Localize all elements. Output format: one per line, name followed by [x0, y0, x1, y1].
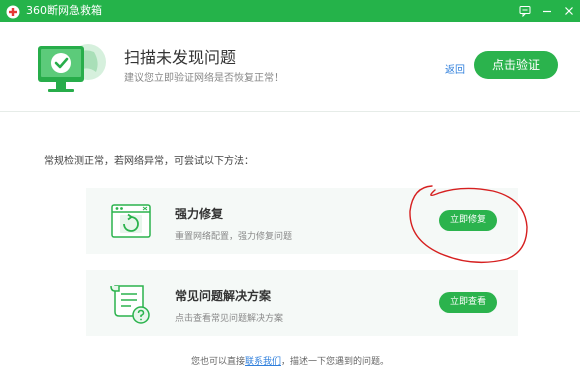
close-icon[interactable] — [558, 0, 580, 22]
scan-result-title: 扫描未发现问题 — [124, 48, 237, 67]
view-now-button[interactable]: 立即查看 — [439, 292, 497, 313]
monitor-globe-icon — [36, 40, 108, 102]
feedback-icon[interactable] — [514, 0, 536, 22]
footer-prefix: 您也可以直接 — [190, 357, 245, 367]
title-bar[interactable]: 360断网急救箱 — [0, 0, 580, 22]
back-link[interactable]: 返回 — [445, 61, 465, 76]
repair-window-icon — [109, 200, 153, 244]
force-repair-card: 强力修复 重置网络配置，强力修复问题 立即修复 — [86, 188, 518, 254]
suggestion-hint: 常规检测正常，若网络异常，可尝试以下方法： — [44, 156, 254, 167]
faq-card: 常见问题解决方案 点击查看常见问题解决方案 立即查看 — [86, 270, 518, 336]
faq-desc: 点击查看常见问题解决方案 — [175, 314, 284, 324]
minimize-icon[interactable] — [536, 0, 558, 22]
faq-scroll-icon — [109, 282, 153, 326]
faq-title: 常见问题解决方案 — [175, 289, 272, 303]
scan-result-subtitle: 建议您立即验证网络是否恢复正常！ — [124, 73, 284, 84]
repair-now-button[interactable]: 立即修复 — [439, 210, 497, 231]
footer-suffix: ，描述一下您遇到的问题。 — [281, 357, 390, 367]
footer-note: 您也可以直接联系我们，描述一下您遇到的问题。 — [0, 354, 580, 367]
app-logo-icon — [6, 4, 20, 19]
result-header: 扫描未发现问题 建议您立即验证网络是否恢复正常！ 返回 点击验证 — [0, 22, 580, 112]
force-repair-title: 强力修复 — [175, 207, 224, 221]
contact-us-link[interactable]: 联系我们 — [245, 357, 281, 367]
verify-button[interactable]: 点击验证 — [474, 51, 558, 79]
app-window: 360断网急救箱 扫描未发现问题 建议您立即验证网络是否恢复正常！ 返回 点击验… — [0, 0, 580, 383]
window-controls — [514, 0, 580, 22]
force-repair-desc: 重置网络配置，强力修复问题 — [175, 232, 293, 242]
window-title: 360断网急救箱 — [26, 4, 102, 17]
